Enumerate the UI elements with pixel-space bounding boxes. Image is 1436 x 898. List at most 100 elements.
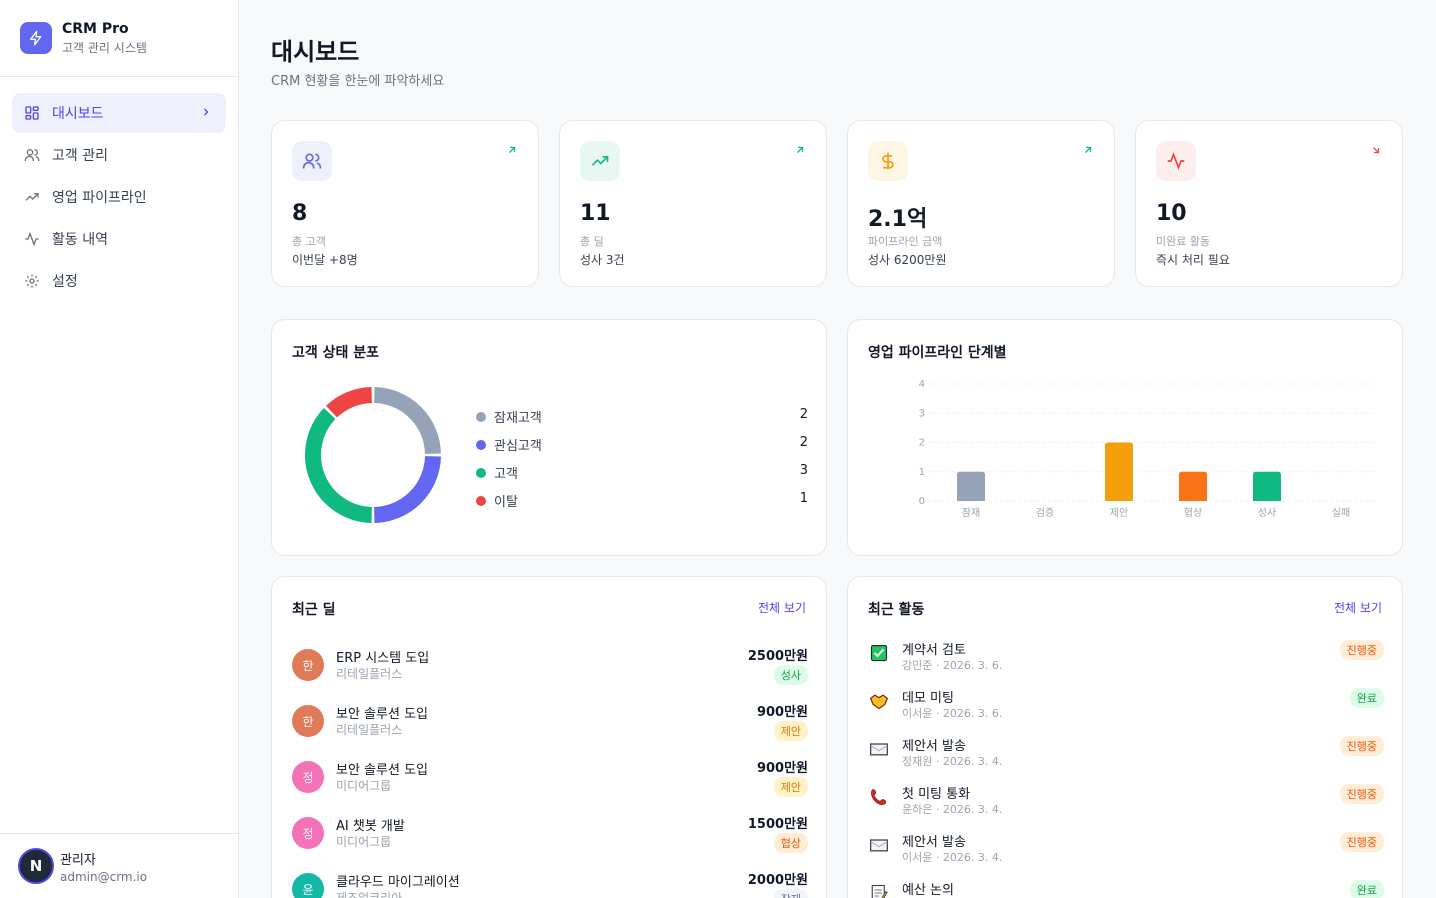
sidebar-item-label: 고객 관리: [52, 148, 108, 164]
y-tick-label: 3: [919, 408, 925, 419]
deal-row[interactable]: 한 ERP 시스템 도입 리테일플러스 2500만원 성사: [292, 645, 808, 701]
legend-count: 3: [799, 463, 808, 478]
status-badge: 진행중: [1339, 736, 1384, 756]
trend-icon: [24, 189, 40, 205]
bar-제안[interactable]: [1105, 442, 1133, 502]
activity-row[interactable]: 제안서 발송 정재원 · 2026. 3. 4. 진행중: [868, 735, 1384, 783]
legend-dot: [476, 412, 486, 422]
deal-avatar: 정: [292, 817, 324, 849]
sidebar-item-label: 활동 내역: [52, 232, 108, 248]
activity-row[interactable]: 첫 미팅 통화 윤하은 · 2026. 3. 4. 진행중: [868, 783, 1384, 831]
page-title: 대시보드: [271, 38, 360, 66]
sidebar-item-label: 영업 파이프라인: [52, 190, 147, 206]
activity-title: 데모 미팅: [902, 691, 954, 706]
view-all-deals-link[interactable]: 전체 보기: [758, 599, 806, 616]
x-tick-label: 성사: [1258, 507, 1276, 519]
brand[interactable]: CRM Pro 고객 관리 시스템: [0, 0, 238, 77]
legend-dot: [476, 440, 486, 450]
deal-company: 제조업코리아: [336, 891, 403, 898]
activity-title: 예산 논의: [902, 883, 954, 898]
sidebar-item-dashboard[interactable]: 대시보드: [12, 93, 226, 133]
envelope-icon: [868, 835, 890, 855]
chevron-right-icon: [200, 105, 212, 123]
deal-row[interactable]: 윤 클라우드 마이그레이션제조업코리아 2000만원잠재: [292, 869, 808, 898]
deal-name: 보안 솔루션 도입: [336, 707, 428, 722]
activity-meta: 정재원 · 2026. 3. 4.: [902, 755, 1003, 768]
pipeline-stage-card: 영업 파이프라인 단계별 0 1 2 3 4 잠재 검증 제안 협상 성사 실패: [847, 319, 1403, 556]
bar-잠재[interactable]: [957, 471, 985, 501]
users-icon: [24, 147, 40, 163]
activity-row[interactable]: 예산 논의 완료: [868, 879, 1384, 898]
stat-card-pipeline-amount[interactable]: 2.1억 파이프라인 금액 성사 6200만원: [847, 120, 1115, 287]
sidebar-item-pipeline[interactable]: 영업 파이프라인: [12, 177, 226, 217]
deal-name: ERP 시스템 도입: [336, 651, 430, 666]
donut-slice-4[interactable]: [325, 387, 373, 418]
bar-협상[interactable]: [1179, 471, 1207, 501]
stat-value: 11: [580, 201, 611, 226]
recent-activities-card: 최근 활동 전체 보기 계약서 검토 강민준 · 2026. 3. 6. 진행중 데모…: [847, 576, 1403, 898]
card-title: 고객 상태 분포: [292, 345, 380, 361]
deal-amount: 900만원: [756, 761, 808, 776]
legend-label: 관심고객: [494, 439, 542, 454]
page-subtitle: CRM 현황을 한눈에 파악하세요: [271, 74, 445, 89]
deal-avatar: 윤: [292, 873, 324, 898]
donut-slice-3[interactable]: [305, 407, 373, 523]
x-tick-label: 잠재: [962, 507, 980, 519]
x-tick-label: 제안: [1110, 507, 1128, 519]
y-tick-label: 2: [919, 438, 925, 449]
sidebar-item-activities[interactable]: 활동 내역: [12, 219, 226, 259]
activity-title: 계약서 검토: [902, 643, 966, 658]
stat-label: 총 딜: [580, 235, 604, 248]
legend-item: 이탈 1: [476, 488, 808, 516]
stat-note: 성사 6200만원: [868, 253, 947, 267]
user-name: 관리자: [60, 852, 96, 868]
activity-icon: [1156, 141, 1196, 181]
deal-company: 미디어그룹: [336, 835, 392, 849]
sidebar-item-settings[interactable]: 설정: [12, 261, 226, 301]
legend-dot: [476, 468, 486, 478]
activity-row[interactable]: 제안서 발송 이서윤 · 2026. 3. 4. 진행중: [868, 831, 1384, 879]
donut-slice-2[interactable]: [373, 455, 441, 523]
pipeline-bar-chart: 0 1 2 3 4 잠재 검증 제안 협상 성사 실패: [919, 379, 1378, 519]
view-all-activities-link[interactable]: 전체 보기: [1334, 599, 1382, 616]
handshake-icon: [868, 691, 890, 711]
activity-title: 제안서 발송: [902, 739, 966, 754]
deal-company: 리테일플러스: [336, 723, 403, 737]
status-badge: 진행중: [1339, 832, 1384, 852]
deal-row[interactable]: 정 보안 솔루션 도입 미디어그룹 900만원 제안: [292, 757, 808, 813]
stat-card-open-activities[interactable]: 10 미완료 활동 즉시 처리 필요: [1135, 120, 1403, 287]
stat-card-deals[interactable]: 11 총 딜 성사 3건: [559, 120, 827, 287]
activity-title: 제안서 발송: [902, 835, 966, 850]
y-tick-label: 4: [919, 379, 925, 390]
deal-row[interactable]: 정 AI 챗봇 개발 미디어그룹 1500만원 협상: [292, 813, 808, 869]
sidebar: CRM Pro 고객 관리 시스템 대시보드 고객 관리 영업 파이프라인 활동…: [0, 0, 239, 898]
status-badge: 제안: [773, 721, 808, 741]
status-badge: 진행중: [1339, 640, 1384, 660]
checkbox-icon: [868, 643, 890, 663]
legend-label: 잠재고객: [494, 411, 542, 426]
deal-row[interactable]: 한 보안 솔루션 도입 리테일플러스 900만원 제안: [292, 701, 808, 757]
legend-item: 잠재고객 2: [476, 404, 808, 432]
user-profile[interactable]: N 관리자 admin@crm.io: [0, 833, 239, 898]
stat-note: 즉시 처리 필요: [1156, 253, 1230, 267]
stat-card-customers[interactable]: 8 총 고객 이번달 +8명: [271, 120, 539, 287]
x-tick-label: 실패: [1332, 507, 1350, 519]
x-tick-label: 협상: [1184, 506, 1202, 519]
deal-company: 리테일플러스: [336, 667, 403, 681]
sidebar-item-label: 대시보드: [52, 106, 104, 122]
bar-성사[interactable]: [1253, 471, 1281, 501]
brand-name: CRM Pro: [62, 20, 129, 37]
activity-row[interactable]: 데모 미팅 이서윤 · 2026. 3. 6. 완료: [868, 687, 1384, 735]
user-email: admin@crm.io: [60, 869, 148, 884]
deal-name: 보안 솔루션 도입: [336, 763, 428, 778]
donut-slice-1[interactable]: [373, 387, 441, 455]
recent-deals-card: 최근 딜 전체 보기 한 ERP 시스템 도입 리테일플러스 2500만원 성사 한 보안 …: [271, 576, 827, 898]
arrow-up-right-icon: [1082, 141, 1094, 160]
arrow-up-right-icon: [794, 141, 806, 160]
legend-count: 2: [799, 435, 808, 450]
card-title: 최근 활동: [868, 602, 925, 618]
arrow-down-right-icon: [1370, 141, 1382, 160]
sidebar-item-customers[interactable]: 고객 관리: [12, 135, 226, 175]
activity-row[interactable]: 계약서 검토 강민준 · 2026. 3. 6. 진행중: [868, 639, 1384, 687]
status-badge: 잠재: [773, 889, 808, 898]
